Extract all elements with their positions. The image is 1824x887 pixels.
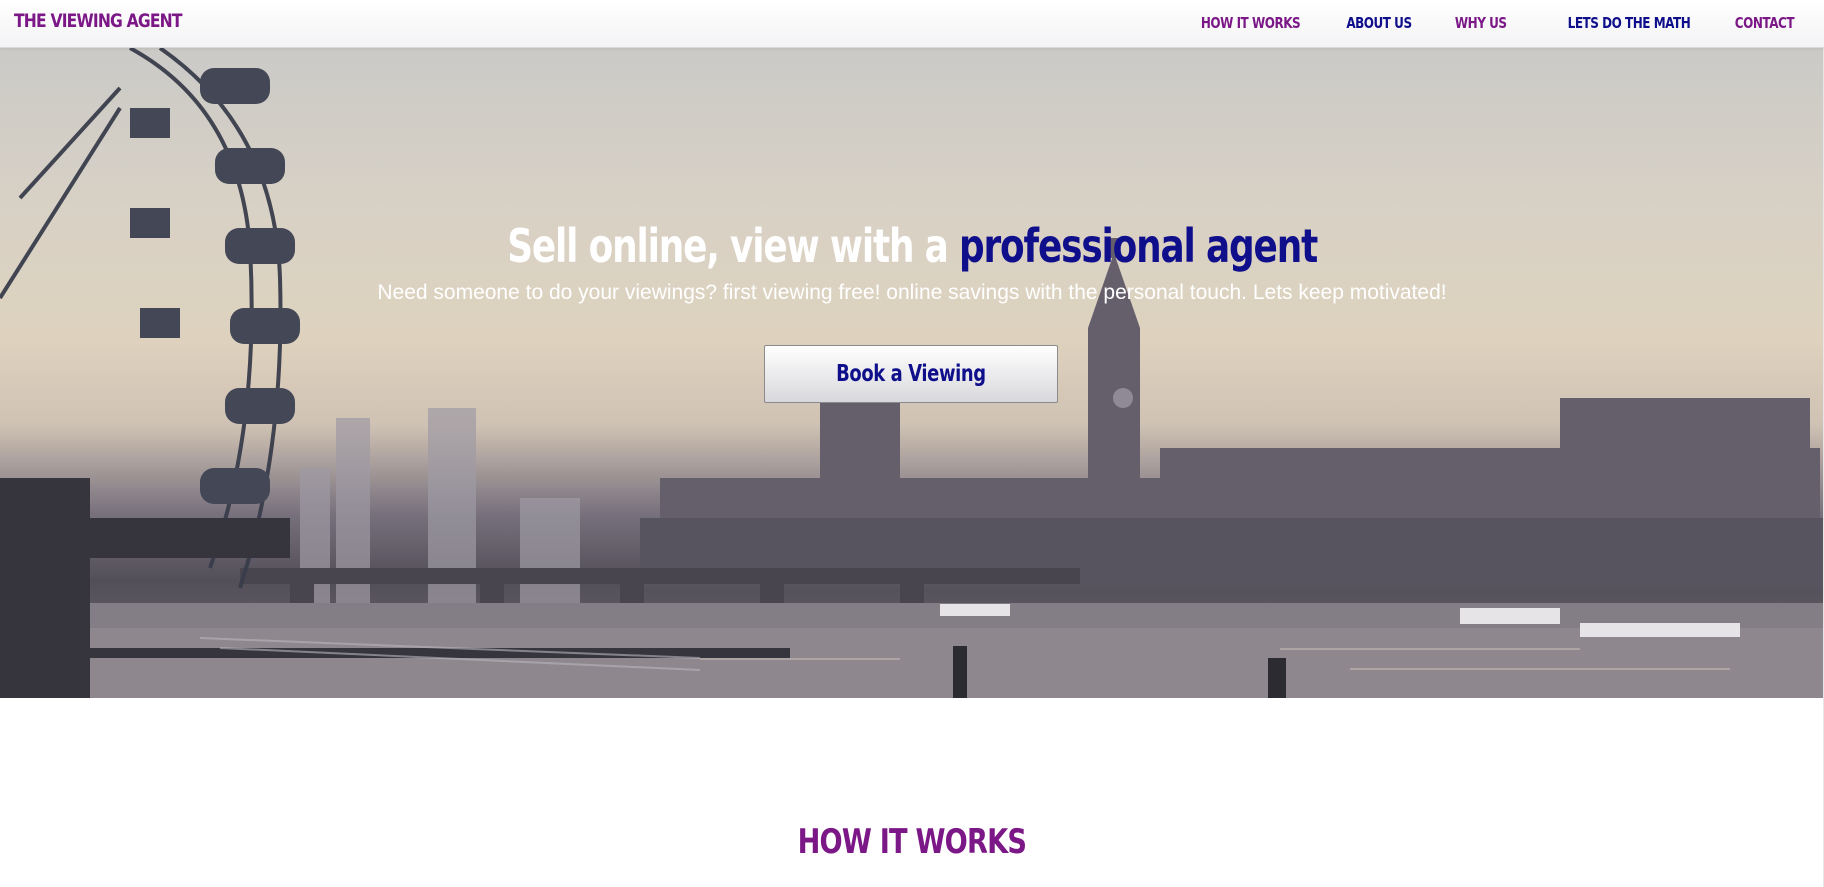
- nav-item-contact: CONTACT: [1720, 14, 1795, 33]
- nav-link-lets-do-the-math[interactable]: LETS DO THE MATH: [1567, 14, 1690, 32]
- how-it-works-heading: HOW IT WORKS: [0, 822, 1824, 862]
- nav-item-how-it-works: HOW IT WORKS: [1176, 14, 1301, 33]
- nav-menu: HOW IT WORKS ABOUT US WHY US LETS DO THE…: [1146, 14, 1794, 33]
- nav-link-contact[interactable]: CONTACT: [1735, 14, 1795, 32]
- hero-title-highlight: professional agent: [958, 219, 1318, 273]
- book-a-viewing-button[interactable]: Book a Viewing: [764, 345, 1058, 403]
- nav-item-why-us: WHY US: [1442, 14, 1507, 33]
- hero-section: Sell online, view with a professional ag…: [0, 48, 1824, 698]
- hero-title-part1: Sell online, view with a: [507, 219, 959, 273]
- book-a-viewing-label: Book a Viewing: [836, 361, 986, 387]
- nav-link-why-us[interactable]: WHY US: [1455, 14, 1507, 32]
- hero-title: Sell online, view with a professional ag…: [0, 219, 1824, 273]
- nav-link-about-us[interactable]: ABOUT US: [1347, 14, 1413, 32]
- hero-subtitle: Need someone to do your viewings? first …: [377, 281, 1447, 304]
- top-navbar: THE VIEWING AGENT HOW IT WORKS ABOUT US …: [0, 0, 1824, 48]
- nav-item-about-us: ABOUT US: [1330, 14, 1413, 33]
- brand-logo-link[interactable]: THE VIEWING AGENT: [14, 10, 183, 32]
- nav-link-how-it-works[interactable]: HOW IT WORKS: [1201, 14, 1301, 32]
- nav-item-lets-do-the-math: LETS DO THE MATH: [1537, 14, 1690, 33]
- how-it-works-heading-text: HOW IT WORKS: [797, 822, 1027, 862]
